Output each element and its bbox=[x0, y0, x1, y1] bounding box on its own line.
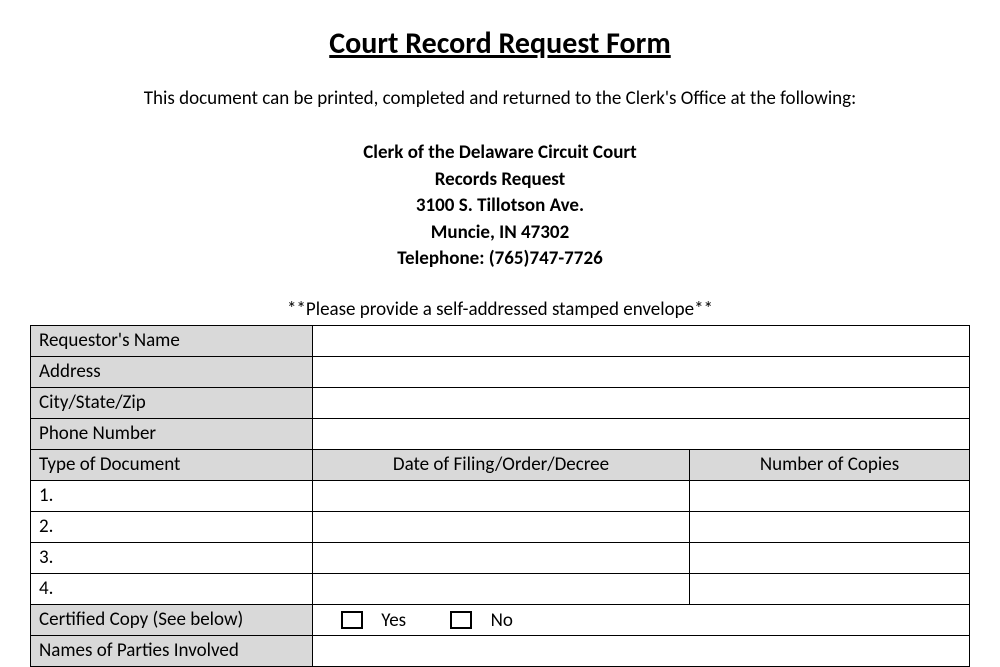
checkbox-no[interactable] bbox=[450, 611, 472, 629]
label-requestor-name: Requestor's Name bbox=[31, 325, 313, 356]
label-names-of-parties: Names of Parties Involved bbox=[31, 635, 313, 666]
address-line-2: Records Request bbox=[30, 167, 970, 194]
label-type-of-document: Type of Document bbox=[31, 449, 313, 480]
row-doc-2: 2. bbox=[31, 511, 970, 542]
header-number-of-copies: Number of Copies bbox=[690, 449, 970, 480]
label-certified-copy: Certified Copy (See below) bbox=[31, 604, 313, 635]
label-address: Address bbox=[31, 356, 313, 387]
page-title: Court Record Request Form bbox=[30, 25, 970, 62]
row-doc-4: 4. bbox=[31, 573, 970, 604]
header-date-of-filing: Date of Filing/Order/Decree bbox=[313, 449, 690, 480]
row-certified: Certified Copy (See below) Yes No bbox=[31, 604, 970, 635]
address-line-4: Muncie, IN 47302 bbox=[30, 220, 970, 247]
label-yes: Yes bbox=[381, 609, 406, 632]
address-line-1: Clerk of the Delaware Circuit Court bbox=[30, 140, 970, 167]
field-date-4[interactable] bbox=[313, 573, 690, 604]
field-names-of-parties[interactable] bbox=[313, 635, 970, 666]
doc-num-4: 4. bbox=[31, 573, 313, 604]
intro-text: This document can be printed, completed … bbox=[30, 87, 970, 110]
field-certified: Yes No bbox=[313, 604, 970, 635]
field-date-3[interactable] bbox=[313, 542, 690, 573]
field-phone[interactable] bbox=[313, 418, 970, 449]
checkbox-yes[interactable] bbox=[341, 611, 363, 629]
field-requestor-name[interactable] bbox=[313, 325, 970, 356]
field-date-1[interactable] bbox=[313, 480, 690, 511]
field-copies-3[interactable] bbox=[690, 542, 970, 573]
field-city-state-zip[interactable] bbox=[313, 387, 970, 418]
row-doc-headers: Type of Document Date of Filing/Order/De… bbox=[31, 449, 970, 480]
field-address[interactable] bbox=[313, 356, 970, 387]
row-address: Address bbox=[31, 356, 970, 387]
address-block: Clerk of the Delaware Circuit Court Reco… bbox=[30, 140, 970, 273]
row-parties: Names of Parties Involved bbox=[31, 635, 970, 666]
label-phone: Phone Number bbox=[31, 418, 313, 449]
request-form-table: Requestor's Name Address City/State/Zip … bbox=[30, 325, 970, 667]
field-copies-4[interactable] bbox=[690, 573, 970, 604]
field-date-2[interactable] bbox=[313, 511, 690, 542]
envelope-note: **Please provide a self-addressed stampe… bbox=[30, 298, 970, 321]
field-copies-1[interactable] bbox=[690, 480, 970, 511]
doc-num-2: 2. bbox=[31, 511, 313, 542]
row-doc-3: 3. bbox=[31, 542, 970, 573]
address-line-3: 3100 S. Tillotson Ave. bbox=[30, 193, 970, 220]
row-city-state-zip: City/State/Zip bbox=[31, 387, 970, 418]
doc-num-3: 3. bbox=[31, 542, 313, 573]
field-copies-2[interactable] bbox=[690, 511, 970, 542]
doc-num-1: 1. bbox=[31, 480, 313, 511]
row-phone: Phone Number bbox=[31, 418, 970, 449]
label-city-state-zip: City/State/Zip bbox=[31, 387, 313, 418]
label-no: No bbox=[491, 609, 513, 632]
row-requestor-name: Requestor's Name bbox=[31, 325, 970, 356]
row-doc-1: 1. bbox=[31, 480, 970, 511]
address-line-5: Telephone: (765)747-7726 bbox=[30, 246, 970, 273]
